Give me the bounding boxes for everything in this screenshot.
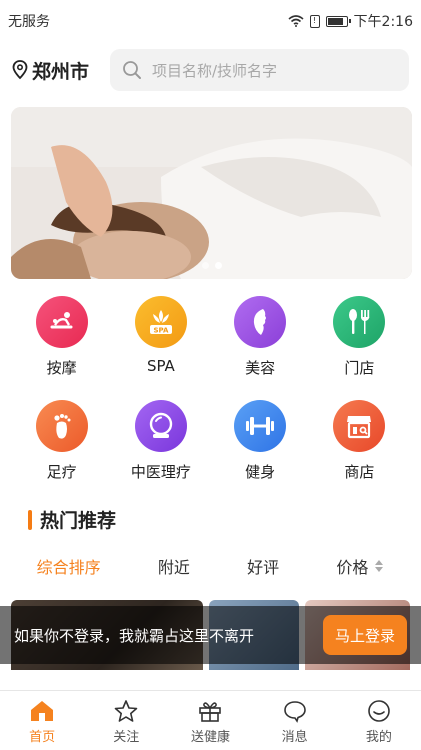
section-accent-bar (28, 509, 32, 530)
sort-tabs: 综合排序 附近 好评 价格 (0, 548, 421, 584)
carousel-dot-active[interactable] (214, 262, 222, 269)
tab-label: 首页 (29, 730, 56, 745)
banner-image (11, 107, 412, 279)
sort-label: 综合排序 (36, 558, 101, 577)
sort-label: 好评 (247, 558, 280, 577)
category-beauty[interactable]: 美容 (215, 290, 305, 394)
home-icon (31, 701, 54, 721)
category-label: 足疗 (46, 463, 77, 481)
search-input[interactable]: 项目名称/技师名字 (110, 49, 409, 91)
sort-label: 价格 (336, 558, 369, 577)
spa-lotus-icon: SPA (134, 296, 187, 348)
tab-home[interactable]: 首页 (2, 691, 82, 750)
tab-profile[interactable]: 我的 (339, 691, 419, 750)
category-massage[interactable]: 按摩 (17, 290, 107, 394)
massage-icon (35, 296, 88, 348)
category-store[interactable]: 门店 (314, 290, 404, 394)
login-prompt-banner: 如果你不登录，我就霸占这里不离开 马上登录 (0, 606, 421, 664)
carousel-indicator (11, 262, 412, 269)
sort-tab-price[interactable]: 价格 (336, 554, 384, 578)
category-label: 按摩 (46, 359, 77, 377)
carrier-text: 无服务 (8, 14, 50, 30)
category-label: 门店 (344, 359, 375, 377)
gift-icon (199, 702, 222, 722)
category-label: SPA (146, 357, 175, 375)
category-grid: 按摩 SPA SPA 美容 门店 足疗 中医理疗 健身 商店 (0, 290, 421, 498)
beauty-face-icon (234, 296, 287, 348)
banner-carousel[interactable] (11, 107, 412, 279)
foot-icon (35, 400, 88, 452)
carousel-dot[interactable] (201, 262, 209, 269)
status-icons: ! 下午2:16 (288, 11, 413, 31)
shop-icon (333, 400, 386, 452)
login-prompt-text: 如果你不登录，我就霸占这里不离开 (14, 626, 255, 645)
tab-label: 送健康 (190, 730, 230, 745)
battery-icon (325, 15, 351, 27)
sort-arrows-icon (375, 560, 384, 572)
city-label: 郑州市 (32, 60, 90, 83)
clock-time: 下午2:16 (353, 14, 413, 30)
tab-messages[interactable]: 消息 (255, 691, 335, 750)
category-label: 商店 (344, 463, 375, 481)
category-label: 中医理疗 (130, 463, 191, 481)
category-foot[interactable]: 足疗 (17, 394, 107, 498)
tab-label: 消息 (281, 730, 308, 745)
category-shop[interactable]: 商店 (314, 394, 404, 498)
sort-tab-rating[interactable]: 好评 (247, 554, 279, 578)
search-icon (123, 61, 141, 79)
category-label: 健身 (245, 463, 276, 481)
tab-follow[interactable]: 关注 (86, 691, 166, 750)
wifi-icon (288, 15, 304, 27)
bottom-tab-bar: 首页 关注 送健康 消息 我的 (0, 690, 421, 750)
section-title: 热门推荐 (40, 510, 117, 532)
section-header: 热门推荐 (28, 506, 116, 533)
sort-label: 附近 (157, 558, 190, 577)
dumbbell-icon (234, 400, 287, 452)
tab-label: 关注 (113, 730, 140, 745)
category-spa[interactable]: SPA SPA (116, 290, 206, 394)
category-tcm[interactable]: 中医理疗 (116, 394, 206, 498)
svg-text:SPA: SPA (153, 327, 169, 335)
crystal-ball-icon (134, 400, 187, 452)
profile-icon (368, 700, 390, 722)
city-selector[interactable]: 郑州市 (12, 57, 108, 84)
tab-gift-health[interactable]: 送健康 (170, 691, 250, 750)
message-icon (283, 701, 306, 723)
star-icon (114, 700, 138, 722)
status-bar: 无服务 ! 下午2:16 (0, 0, 421, 42)
sort-tab-comprehensive[interactable]: 综合排序 (37, 554, 101, 578)
tab-label: 我的 (365, 730, 392, 745)
category-fitness[interactable]: 健身 (215, 394, 305, 498)
sim-alert-icon: ! (309, 14, 320, 28)
search-placeholder: 项目名称/技师名字 (152, 61, 278, 80)
sort-tab-nearby[interactable]: 附近 (158, 554, 190, 578)
location-pin-icon (12, 60, 28, 80)
store-cutlery-icon (333, 296, 386, 348)
category-label: 美容 (245, 359, 276, 377)
login-button[interactable]: 马上登录 (322, 615, 407, 655)
header: 郑州市 项目名称/技师名字 (0, 44, 421, 96)
